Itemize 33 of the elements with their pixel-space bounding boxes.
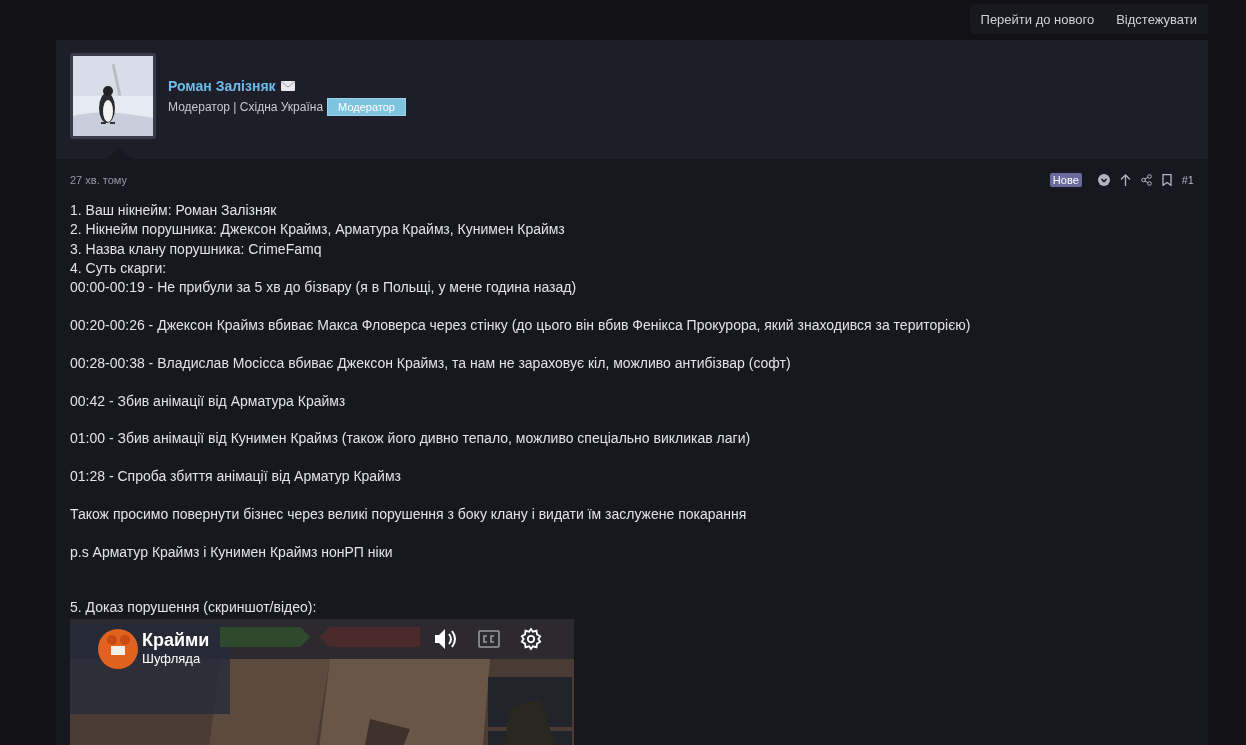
user-role-badge: Модератор — [327, 98, 406, 116]
username-link[interactable]: Роман Залізняк — [168, 78, 276, 94]
post-text-line: 00:20-00:26 - Джексон Краймз вбиває Макса Фловерса через стінку (до цього він вбив Фенікса Прокурора, який знаходився за територією) — [70, 316, 972, 335]
post-text-line: 1. Ваш нікнейм: Роман Залізняк — [70, 201, 278, 220]
thread-action-button[interactable]: Перейти до нового — [969, 4, 1106, 34]
captions-icon[interactable] — [478, 630, 500, 649]
user-title: Модератор | Східна Україна — [168, 100, 324, 114]
channel-name[interactable]: Шуфляда — [142, 651, 210, 668]
post-text-line: 01:00 - Збив анімації від Кунимен Краймз (також його дивно тепало, можливо спеціально викликав лаги) — [70, 429, 752, 449]
video-player[interactable]: Крайми Шуфляда — [70, 619, 574, 745]
post-text-line: 01:28 - Спроба збиття анімації від Арматур Краймз — [70, 467, 402, 487]
arrow-up-icon[interactable] — [1119, 174, 1131, 186]
post-text-line: 00:42 - Збив анімації від Арматура Краймз — [70, 391, 347, 411]
settings-icon[interactable] — [520, 628, 542, 651]
post-text-line: 5. Доказ порушення (скриншот/відео): — [70, 598, 318, 618]
post-text-line: 3. Назва клану порушника: CrimeFamq — [70, 239, 323, 259]
thread-action-button[interactable]: Відстежувати — [1105, 4, 1208, 34]
volume-icon[interactable] — [434, 628, 458, 651]
post-time[interactable]: 27 хв. тому — [70, 174, 127, 186]
envelope-icon[interactable] — [280, 81, 295, 91]
post-text-line: 4. Суть скарги: — [70, 258, 168, 278]
bookmark-icon[interactable] — [1161, 174, 1172, 186]
channel-avatar-icon[interactable] — [98, 629, 138, 670]
post-text-line: p.s Арматур Краймз і Кунимен Краймз нонРП ніки — [70, 542, 394, 562]
post-text-line: 00:28-00:38 - Владислав Мосісса вбиває Джексон Краймз, та нам не зараховує кіл, можливо антибізвар (софт) — [70, 353, 792, 373]
post-text-line: Також просимо повернути бізнес через великі порушення з боку клану і видати їм заслужене покарання — [70, 504, 748, 524]
post-number-link[interactable]: #1 — [1181, 174, 1194, 186]
video-title[interactable]: Крайми — [142, 629, 210, 652]
share-icon[interactable] — [1140, 174, 1152, 186]
post-text-line: 00:00-00:19 - Не прибули за 5 хв до бізвару (я в Польщі, у мене година назад) — [70, 278, 578, 298]
post-text-line: 2. Нікнейм порушника: Джексон Краймз, Арматура Краймз, Кунимен Краймз — [70, 220, 566, 240]
chevron-circle-icon[interactable] — [1097, 174, 1110, 186]
new-badge: Нове — [1049, 173, 1082, 187]
